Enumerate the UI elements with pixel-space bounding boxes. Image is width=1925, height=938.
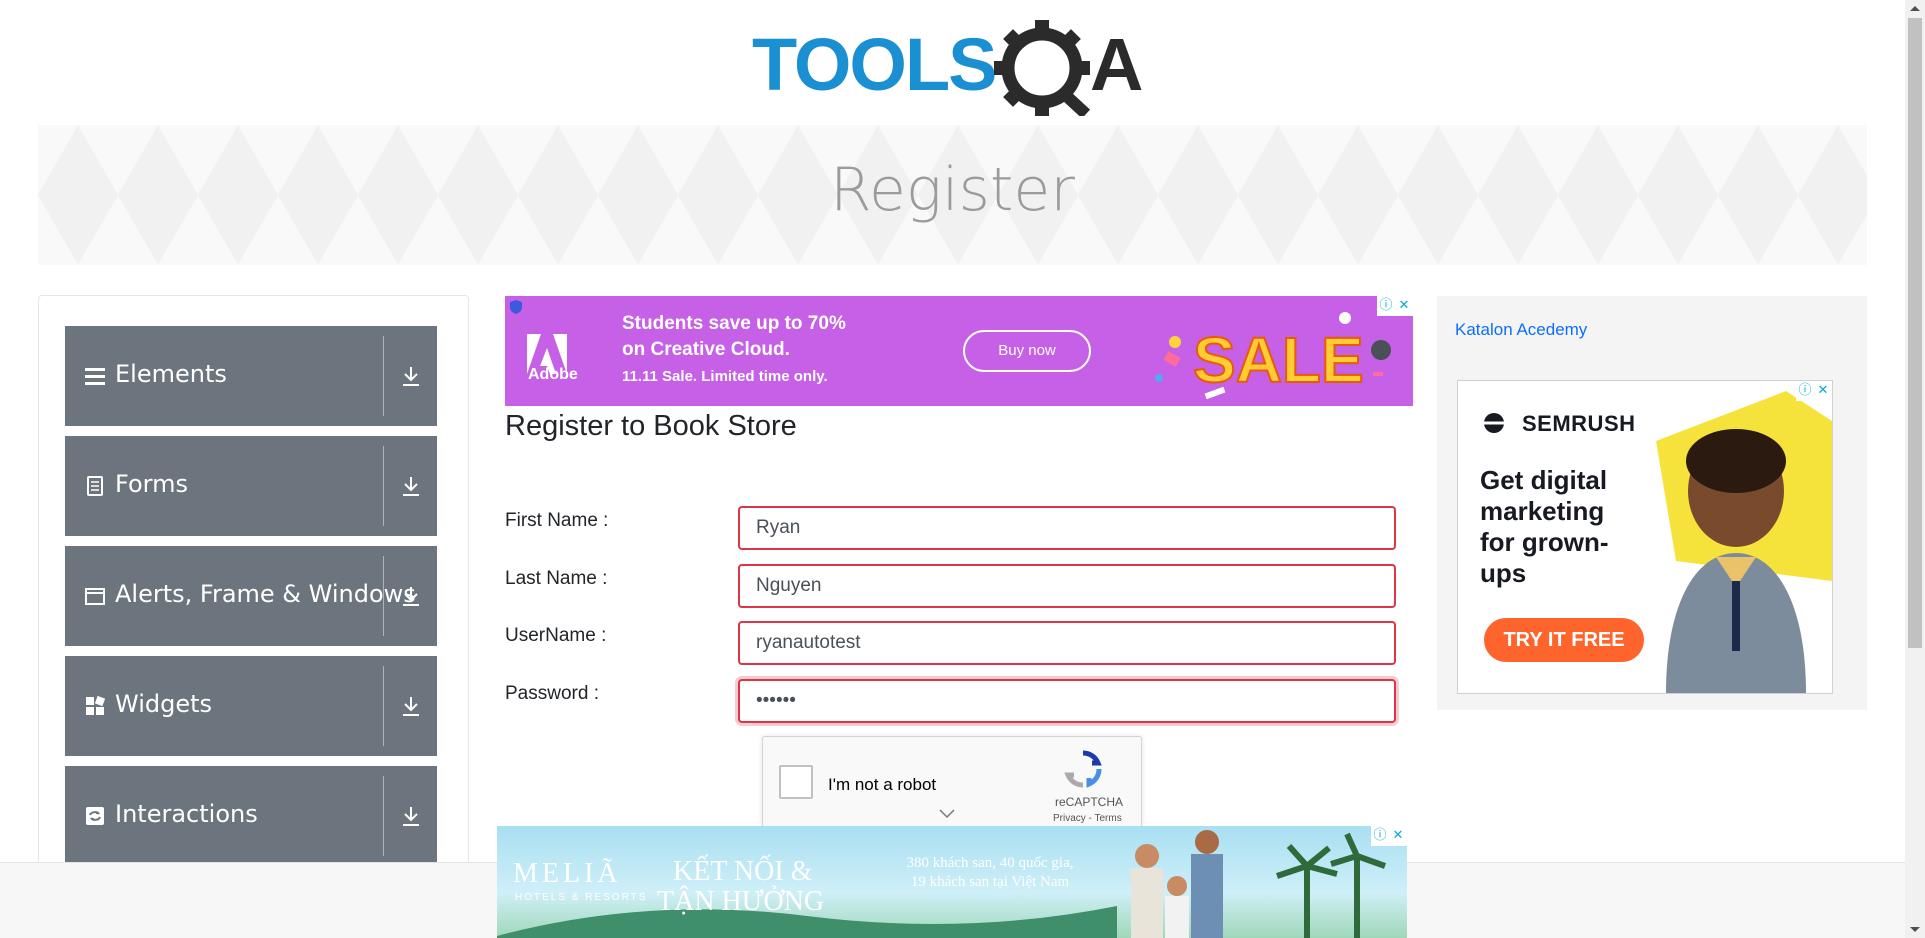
info-icon[interactable]: ⓘ — [1371, 826, 1389, 846]
document-icon — [87, 476, 103, 496]
melia-brand-sub: HOTELS & RESORTS — [515, 892, 648, 903]
semrush-logo-icon — [1484, 413, 1506, 433]
password-input[interactable] — [738, 679, 1396, 723]
hamburger-icon — [85, 368, 105, 385]
sidebar-item-alerts[interactable]: Alerts, Frame & Windows — [65, 546, 437, 646]
ad-headline-1: Students save up to 70% — [622, 313, 846, 334]
divider — [383, 666, 384, 746]
melia-tagline-1: KẾT NỐI & — [673, 856, 813, 887]
grid-icon — [86, 696, 105, 715]
recaptcha-label: I'm not a robot — [828, 775, 937, 794]
close-icon[interactable]: ✕ — [1395, 296, 1413, 316]
svg-text:TOOLS: TOOLS — [752, 23, 996, 106]
ad-subline: 11.11 Sale. Limited time only. — [622, 368, 828, 385]
melia-ad-banner[interactable]: MELIÃ HOTELS & RESORTS KẾT NỐI & TẬN HƯỞ… — [497, 826, 1407, 938]
sidebar: Elements Forms Alerts, Frame & Windows W… — [38, 295, 469, 938]
ad-headline-2: on Creative Cloud. — [622, 339, 790, 360]
recaptcha-checkbox[interactable] — [779, 765, 813, 799]
shield-icon — [510, 300, 522, 314]
window-icon — [85, 588, 105, 605]
melia-tagline-2: TẬN HƯỞNG — [657, 886, 825, 917]
vertical-scrollbar[interactable] — [1905, 0, 1925, 938]
scroll-up-arrow-icon[interactable] — [1905, 0, 1925, 17]
download-arrow-icon[interactable] — [399, 584, 423, 608]
page: TOOLS A Register Elements Forms Alerts, … — [0, 0, 1905, 938]
download-arrow-icon[interactable] — [399, 804, 423, 828]
divider — [383, 336, 384, 416]
ad-choices[interactable]: ⓘ ✕ — [1796, 381, 1832, 401]
sale-graphic: SALE — [1155, 312, 1391, 400]
adobe-ad-banner[interactable]: Adobe Students save up to 70% on Creativ… — [505, 296, 1413, 406]
semrush-ad[interactable]: SEMRUSH Get digital marketing for grown-… — [1457, 380, 1833, 694]
scroll-down-arrow-icon[interactable] — [1905, 921, 1925, 938]
sidebar-item-widgets[interactable]: Widgets — [65, 656, 437, 756]
page-title: Register — [830, 155, 1075, 225]
sidebar-item-forms[interactable]: Forms — [65, 436, 437, 536]
ad-choices[interactable]: ⓘ ✕ — [1371, 826, 1407, 846]
username-input[interactable] — [738, 621, 1396, 665]
boy-photo — [1656, 391, 1832, 693]
recaptcha-brand: reCAPTCHA — [1055, 795, 1124, 809]
semrush-brand: SEMRUSH — [1522, 411, 1636, 436]
scrollbar-thumb[interactable] — [1908, 18, 1922, 648]
chevron-down-icon[interactable] — [939, 809, 955, 819]
page-banner: Register — [38, 125, 1867, 265]
divider — [383, 776, 384, 856]
password-label: Password : — [505, 683, 599, 704]
last-name-input[interactable] — [738, 564, 1396, 608]
svg-text:A: A — [1090, 23, 1143, 106]
ad-choices[interactable]: ⓘ ✕ — [1377, 296, 1413, 316]
recaptcha-logo-icon — [1064, 750, 1102, 788]
info-icon[interactable]: ⓘ — [1377, 296, 1395, 316]
sidebar-item-label: Alerts, Frame & Windows — [115, 580, 416, 608]
sidebar-item-interactions[interactable]: Interactions — [65, 766, 437, 866]
sidebar-item-label: Widgets — [115, 690, 213, 718]
melia-brand: MELIÃ — [513, 858, 622, 889]
first-name-label: First Name : — [505, 510, 609, 531]
right-ad-panel: Katalon Acedemy SEMRUSH Get digital mark… — [1437, 296, 1867, 710]
sidebar-item-elements[interactable]: Elements — [65, 326, 437, 426]
divider — [383, 556, 384, 636]
sale-text: SALE — [1193, 324, 1364, 396]
recaptcha-links[interactable]: Privacy - Terms — [1053, 813, 1122, 824]
ad-brand: Adobe — [528, 366, 578, 383]
katalon-broken-image-link[interactable]: Katalon Acedemy — [1455, 320, 1587, 340]
info-icon[interactable]: ⓘ — [1796, 381, 1814, 401]
recaptcha-widget: I'm not a robot reCAPTCHA Privacy - Term… — [762, 736, 1142, 828]
ad-buy-now-button[interactable]: Buy now — [963, 330, 1091, 372]
close-icon[interactable]: ✕ — [1389, 826, 1407, 846]
last-name-label: Last Name : — [505, 568, 608, 589]
family-photo — [1131, 830, 1387, 938]
sidebar-item-label: Forms — [115, 470, 188, 498]
try-it-free-button[interactable]: TRY IT FREE — [1484, 618, 1644, 662]
first-name-input[interactable] — [738, 506, 1396, 550]
username-label: UserName : — [505, 625, 607, 646]
download-arrow-icon[interactable] — [399, 474, 423, 498]
logo-graphic: TOOLS A — [752, 20, 1143, 116]
semrush-headline: Get digital marketing for grown-ups — [1480, 465, 1609, 588]
download-arrow-icon[interactable] — [399, 364, 423, 388]
divider — [383, 446, 384, 526]
toolsqa-logo[interactable]: TOOLS A — [750, 18, 1158, 116]
sidebar-item-label: Interactions — [115, 800, 258, 828]
sidebar-item-label: Elements — [115, 360, 227, 388]
form-title: Register to Book Store — [505, 410, 797, 442]
melia-info-text: 380 khách san, 40 quốc gia, 19 khách san… — [906, 855, 1074, 890]
download-arrow-icon[interactable] — [399, 694, 423, 718]
close-icon[interactable]: ✕ — [1814, 381, 1832, 401]
refresh-icon — [86, 807, 104, 825]
